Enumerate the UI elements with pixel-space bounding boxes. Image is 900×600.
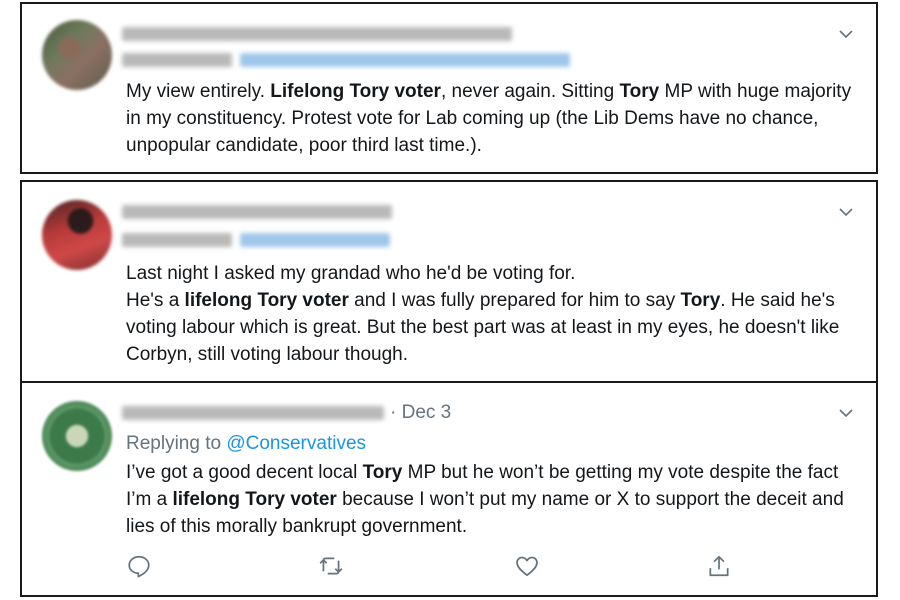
tweet-header-blurred — [122, 24, 512, 44]
text-run: He's a — [126, 290, 185, 311]
bold-keyword: lifelong Tory voter — [184, 290, 349, 311]
blurred-reply-label — [122, 233, 232, 247]
text-run: and I was fully prepared for him to say — [348, 290, 681, 311]
tweet-card-3[interactable]: · Dec 3 Replying to @Conservatives I’ve … — [20, 381, 878, 597]
tweet-paragraph: Last night I asked my grandad who he'd b… — [126, 260, 856, 287]
like-icon[interactable] — [514, 553, 540, 579]
retweet-icon[interactable] — [318, 553, 344, 579]
avatar[interactable] — [42, 401, 112, 471]
tweet-header-blurred — [122, 202, 392, 222]
avatar[interactable] — [42, 20, 112, 90]
tweet-text: My view entirely. Lifelong Tory voter, n… — [126, 78, 856, 159]
bold-keyword: Tory — [619, 81, 660, 102]
text-run: Last night I asked my grandad who he'd b… — [126, 263, 576, 284]
blurred-reply-label — [122, 53, 232, 67]
blurred-reply-handle[interactable] — [240, 233, 390, 247]
tweet-card-2[interactable]: Last night I asked my grandad who he'd b… — [20, 180, 878, 383]
blurred-username[interactable] — [122, 406, 384, 420]
avatar[interactable] — [42, 200, 112, 270]
reply-line-blurred — [122, 230, 390, 250]
tweet-paragraph: He's a lifelong Tory voter and I was ful… — [126, 287, 856, 368]
blurred-username[interactable] — [122, 205, 392, 219]
tweet-text: I’ve got a good decent local Tory MP but… — [126, 459, 856, 540]
tweet-paragraph: My view entirely. Lifelong Tory voter, n… — [126, 78, 856, 159]
text-run: , never again. Sitting — [440, 81, 620, 102]
replying-to-line: Replying to @Conservatives — [126, 433, 366, 455]
blurred-username[interactable] — [122, 27, 512, 41]
tweet-card-1[interactable]: My view entirely. Lifelong Tory voter, n… — [20, 2, 878, 174]
replying-to-label: Replying to — [126, 433, 227, 454]
chevron-down-icon[interactable] — [838, 26, 854, 42]
reply-line-blurred — [122, 50, 570, 70]
tweet-text: Last night I asked my grandad who he'd b… — [126, 260, 856, 368]
text-run: My view entirely. — [126, 81, 271, 102]
bold-keyword: lifelong Tory voter — [172, 489, 337, 510]
reply-icon[interactable] — [126, 553, 152, 579]
reply-handle-link[interactable]: @Conservatives — [226, 433, 366, 454]
tweet-actions — [126, 553, 746, 581]
bold-keyword: Tory — [680, 290, 721, 311]
chevron-down-icon[interactable] — [838, 204, 854, 220]
tweet-header: · Dec 3 — [122, 402, 451, 424]
share-icon[interactable] — [706, 553, 732, 579]
tweet-date[interactable]: · Dec 3 — [390, 402, 451, 424]
bold-keyword: Lifelong Tory voter — [270, 81, 441, 102]
bold-keyword: Tory — [362, 462, 403, 483]
tweet-paragraph: I’ve got a good decent local Tory MP but… — [126, 459, 856, 540]
text-run: I’ve got a good decent local — [126, 462, 363, 483]
blurred-reply-handles[interactable] — [240, 53, 570, 67]
chevron-down-icon[interactable] — [838, 405, 854, 421]
